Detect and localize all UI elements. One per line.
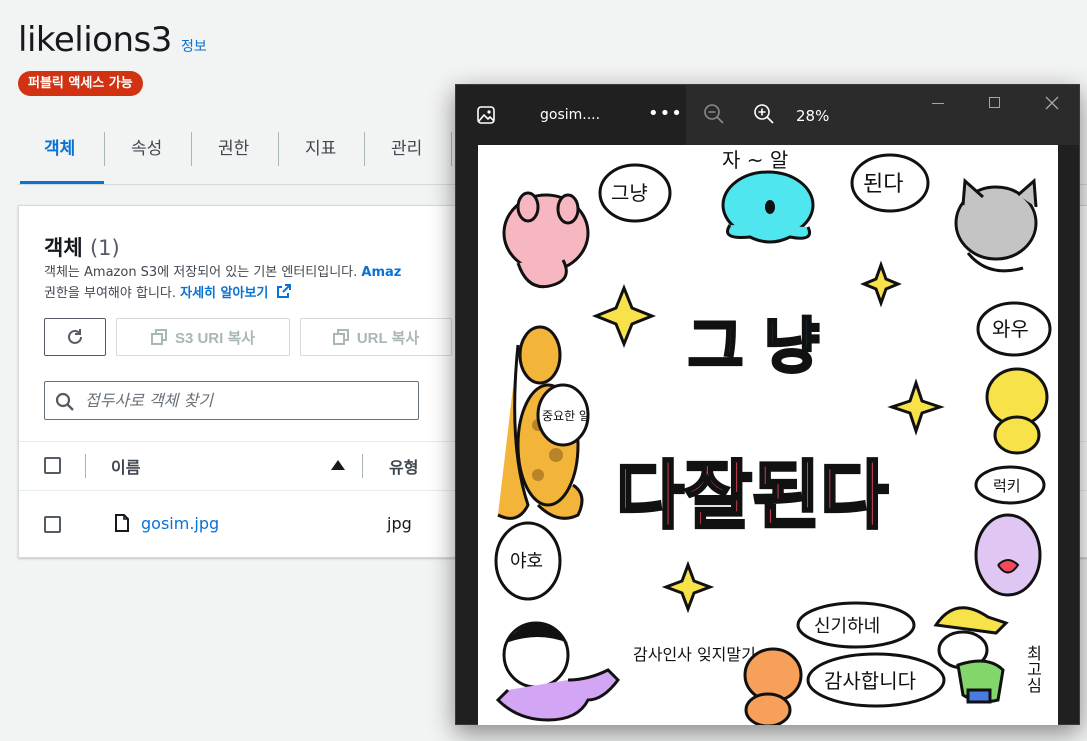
- learn-more-link[interactable]: 자세히 알아보기: [180, 286, 268, 301]
- bubble-gamsahamnida: 감사합니다: [806, 652, 946, 708]
- photo-viewer-window: gosim.... ••• 28% 그냥 자 ~ 알 된다 와우 중요한 일 그…: [455, 84, 1080, 725]
- zoom-out-icon[interactable]: [703, 103, 725, 125]
- maximize-button[interactable]: [989, 97, 1000, 108]
- objects-title-text: 객체: [44, 236, 83, 260]
- tab-divider: [104, 132, 105, 166]
- description-link[interactable]: Amaz: [361, 265, 401, 280]
- orange-cat-illustration: [743, 647, 803, 725]
- label-choigosim: 최고심: [1024, 645, 1043, 693]
- bubble-text: 럭키: [993, 477, 1021, 495]
- bubble-text: 와우: [992, 317, 1029, 341]
- select-all-checkbox[interactable]: [44, 457, 61, 474]
- cyan-character-illustration: 자 ~ 알: [721, 148, 815, 244]
- more-options-button[interactable]: •••: [648, 103, 683, 124]
- yellow-bear-illustration: [985, 367, 1049, 455]
- headline-line2: 다잘된다: [616, 453, 888, 539]
- description-text: 객체는 Amazon S3에 저장되어 있는 기본 엔터티입니다.: [44, 265, 358, 280]
- minimize-button[interactable]: [932, 103, 944, 104]
- bucket-tabs: 객체 속성 권한 지표 관리: [18, 120, 478, 185]
- bucket-title: likelions3: [18, 20, 172, 60]
- bubble-doenda: 된다: [850, 153, 930, 213]
- column-divider: [85, 454, 86, 478]
- object-name-link[interactable]: gosim.jpg: [141, 514, 219, 533]
- label-text: 자 ~ 알: [722, 148, 788, 172]
- close-icon[interactable]: [1045, 96, 1059, 110]
- info-link[interactable]: 정보: [181, 36, 207, 56]
- file-icon: [115, 514, 129, 532]
- yellow-hat-kid-illustration: [933, 606, 1009, 704]
- tab-divider: [191, 132, 192, 166]
- tab-divider: [451, 132, 452, 166]
- bubble-text: 신기하네: [814, 616, 880, 637]
- gray-cat-illustration: [954, 177, 1038, 273]
- external-link-icon[interactable]: [276, 283, 292, 299]
- bubble-geunyang: 그냥: [598, 163, 672, 223]
- viewer-image: 그냥 자 ~ 알 된다 와우 중요한 일 그 냥 다잘된다 럭키 야호 감사인사…: [478, 145, 1058, 725]
- description-line2: 권한을 부여해야 합니다.: [44, 286, 176, 301]
- kid-illustration: [495, 621, 620, 722]
- headline-line1: 그 냥: [688, 312, 819, 382]
- bubble-singihane: 신기하네: [796, 601, 916, 649]
- viewer-file-name[interactable]: gosim....: [540, 107, 600, 123]
- public-access-badge: 퍼블릭 액세스 가능: [18, 71, 143, 96]
- search-input[interactable]: [85, 382, 415, 419]
- row-checkbox[interactable]: [44, 516, 61, 533]
- bubble-wau: 와우: [976, 301, 1052, 357]
- tab-divider: [364, 132, 365, 166]
- bubble-yaho: 야호: [494, 521, 562, 601]
- bubble-important: 중요한 일: [536, 383, 590, 447]
- tab-permissions[interactable]: 권한: [218, 134, 249, 159]
- photos-app-icon: [477, 106, 495, 124]
- object-type: jpg: [387, 514, 412, 533]
- copy-s3-uri-label: S3 URI 복사: [174, 329, 256, 347]
- pink-character-illustration: [502, 191, 590, 289]
- zoom-in-icon[interactable]: [753, 103, 775, 125]
- tab-management[interactable]: 관리: [391, 134, 422, 159]
- viewer-title-bar: gosim.... ••• 28%: [456, 85, 1079, 145]
- search-icon: [55, 392, 74, 411]
- objects-description: 객체는 Amazon S3에 저장되어 있는 기본 엔터티입니다. Amaz 권…: [44, 263, 474, 304]
- lavender-character-illustration: [974, 513, 1042, 597]
- zoom-level[interactable]: 28%: [796, 107, 829, 125]
- column-header-type[interactable]: 유형: [389, 454, 418, 478]
- tab-divider: [278, 132, 279, 166]
- objects-count: (1): [89, 236, 120, 260]
- tab-objects[interactable]: 객체: [44, 134, 75, 159]
- gosim-illustration: 그냥 자 ~ 알 된다 와우 중요한 일 그 냥 다잘된다 럭키 야호 감사인사…: [494, 148, 1052, 725]
- refresh-icon: [68, 329, 82, 344]
- bubble-text: 중요한 일: [542, 409, 590, 423]
- copy-s3-uri-button[interactable]: S3 URI 복사: [116, 318, 290, 356]
- object-search: [44, 381, 419, 420]
- bubble-text: 된다: [863, 172, 903, 197]
- refresh-button[interactable]: [44, 318, 106, 356]
- tab-properties[interactable]: 속성: [131, 134, 162, 159]
- column-header-name[interactable]: 이름: [111, 454, 140, 478]
- bubble-text: 감사합니다: [824, 669, 916, 693]
- bubble-text: 야호: [510, 551, 543, 572]
- copy-url-button[interactable]: URL 복사: [300, 318, 452, 356]
- tab-metrics[interactable]: 지표: [305, 134, 336, 159]
- copy-icon: [150, 329, 167, 345]
- label-thanks-reminder: 감사인사 잊지말기: [633, 645, 756, 664]
- s3-bucket-page: likelions3 정보 퍼블릭 액세스 가능 객체 속성 권한 지표 관리 …: [0, 0, 1087, 741]
- objects-panel-title: 객체 (1): [44, 232, 120, 262]
- sort-ascending-icon[interactable]: [331, 460, 345, 470]
- copy-icon: [332, 329, 349, 345]
- copy-url-label: URL 복사: [356, 329, 420, 347]
- bubble-lucky: 럭키: [974, 465, 1046, 505]
- bubble-text: 그냥: [611, 181, 648, 205]
- column-divider: [362, 454, 363, 478]
- viewer-app-icon-box: [456, 85, 516, 145]
